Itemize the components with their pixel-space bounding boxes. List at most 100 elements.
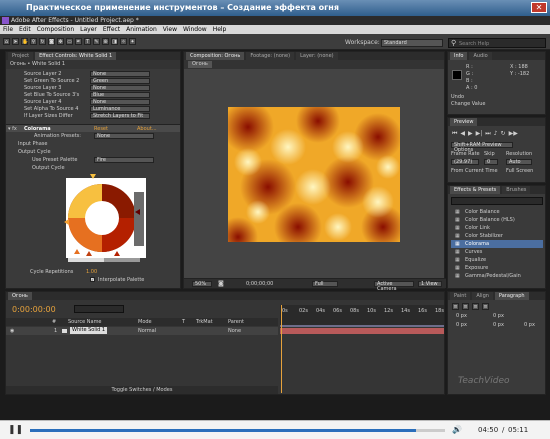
workspace-select[interactable]: Standard	[381, 39, 443, 47]
justify-icon[interactable]: ≡	[482, 303, 489, 310]
zoom-tool-icon[interactable]: ⚲	[30, 38, 37, 45]
selection-tool-icon[interactable]: ➤	[12, 38, 19, 45]
colorama-effect-row[interactable]: ▾ fx Colorama Reset About...	[6, 124, 180, 132]
zoom-select[interactable]: 50%	[192, 281, 212, 287]
frame-rate-select[interactable]: (29.97)	[451, 159, 479, 165]
roto-tool-icon[interactable]: ✧	[120, 38, 127, 45]
animation-presets-select[interactable]: None	[94, 133, 154, 139]
menu-item-edit[interactable]: Edit	[19, 25, 31, 34]
align-left-icon[interactable]: ≡	[452, 303, 459, 310]
align-center-icon[interactable]: ≡	[462, 303, 469, 310]
source-row-select[interactable]: None	[90, 99, 150, 105]
menu-item-composition[interactable]: Composition	[37, 25, 74, 34]
menu-item-effect[interactable]: Effect	[103, 25, 120, 34]
resolution-preview-select[interactable]: Auto	[506, 159, 532, 165]
play-pause-icon[interactable]: ❚❚	[8, 425, 23, 435]
input-phase-row[interactable]: Input Phase	[18, 141, 47, 147]
effects-search-field[interactable]	[451, 197, 543, 205]
tab-comp-2[interactable]: Layer: (none)	[296, 52, 338, 60]
timeline-timecode[interactable]: 0:00:00:00	[12, 305, 56, 314]
tab-fx-1[interactable]: Brushes	[502, 186, 531, 194]
camera-select[interactable]: Active Camera	[374, 281, 414, 292]
indent-left-value[interactable]: 0 px	[456, 313, 467, 320]
output-cycle-sub-row[interactable]: Output Cycle	[32, 165, 65, 171]
snapshot-icon[interactable]: ◙	[218, 280, 224, 287]
cycle-repetitions-value[interactable]: 1.00	[86, 269, 97, 275]
effects-list-item[interactable]: ▦ Gamma/Pedestal/Gain	[451, 272, 543, 280]
layer-mode[interactable]: Normal	[138, 327, 156, 335]
current-time-indicator[interactable]	[281, 305, 282, 393]
tab-info-1[interactable]: Audio	[469, 52, 492, 60]
loop-icon[interactable]: ↻	[501, 130, 506, 138]
menu-item-animation[interactable]: Animation	[126, 25, 157, 34]
work-area-bar[interactable]	[280, 325, 444, 327]
preview-options-select[interactable]: Shift+RAM Preview Options	[451, 142, 513, 153]
search-help-field[interactable]: ⚲ Search Help	[448, 38, 546, 48]
menu-item-file[interactable]: File	[3, 25, 13, 34]
text-tool-icon[interactable]: T	[84, 38, 91, 45]
timeline-ruler[interactable]: 0s 02s 04s 06s 08s 10s 12s 14s 16s 18s	[280, 305, 444, 325]
layer-duration-bar[interactable]	[280, 328, 444, 334]
hand-tool-icon[interactable]: ✋	[21, 38, 28, 45]
tab-comp-0[interactable]: Composition: Огонь	[186, 52, 245, 60]
tab-info-0[interactable]: Info	[450, 52, 468, 60]
tab-left-0[interactable]: Project	[8, 52, 34, 60]
source-row-select[interactable]: Blue	[90, 92, 150, 98]
clone-tool-icon[interactable]: ⊕	[102, 38, 109, 45]
tab-left-1[interactable]: Effect Controls: White Solid 1	[35, 52, 117, 60]
menu-item-help[interactable]: Help	[213, 25, 227, 34]
next-frame-icon[interactable]: ▶|	[476, 130, 483, 138]
tab-para-0[interactable]: Paint	[450, 292, 471, 300]
prev-frame-icon[interactable]: ◀	[460, 130, 465, 138]
menu-item-layer[interactable]: Layer	[80, 25, 97, 34]
timeline-layer-row[interactable]: ◉ 1 White Solid 1 Normal None	[6, 327, 278, 335]
brush-tool-icon[interactable]: ✎	[93, 38, 100, 45]
home-icon[interactable]: ⌂	[3, 38, 10, 45]
volume-icon[interactable]: 🔊	[452, 425, 462, 434]
interpolate-palette-checkbox[interactable]: ✓	[90, 277, 95, 282]
source-row-select[interactable]: None	[90, 71, 150, 77]
toggle-switches-modes[interactable]: Toggle Switches / Modes	[6, 386, 278, 394]
play-icon[interactable]: ▶	[468, 130, 473, 138]
menu-item-view[interactable]: View	[163, 25, 177, 34]
rotate-tool-icon[interactable]: ↻	[39, 38, 46, 45]
preset-palette-select[interactable]: Fire	[94, 157, 154, 163]
mask-tool-icon[interactable]: ▭	[66, 38, 73, 45]
tab-preview[interactable]: Preview	[450, 118, 478, 126]
effects-list-item[interactable]: ▦ Exposure	[451, 264, 543, 272]
effects-list-item[interactable]: ▦ Colorama	[451, 240, 543, 248]
indent-first-value[interactable]: 0 px	[456, 322, 467, 329]
camera-tool-icon[interactable]: ◙	[48, 38, 55, 45]
indent-right-value[interactable]: 0 px	[493, 313, 504, 320]
full-screen-checkbox[interactable]: Full Screen	[506, 168, 533, 175]
from-current-checkbox[interactable]: From Current Time	[451, 168, 498, 175]
first-frame-icon[interactable]: ⏮	[452, 130, 457, 138]
close-icon[interactable]: ✕	[531, 2, 547, 13]
ram-preview-icon[interactable]: ▶▶	[509, 130, 518, 138]
effects-list-item[interactable]: ▦ Color Link	[451, 224, 543, 232]
source-row-select[interactable]: Stretch Layers to Fit	[90, 113, 150, 119]
seek-bar[interactable]	[30, 429, 445, 432]
source-row-select[interactable]: Luminance	[90, 106, 150, 112]
pan-behind-icon[interactable]: ✥	[57, 38, 64, 45]
resolution-select[interactable]: Full	[312, 281, 338, 287]
space-after-value[interactable]: 0 px	[524, 322, 535, 329]
pen-tool-icon[interactable]: ✒	[75, 38, 82, 45]
effects-list-item[interactable]: ▦ Color Stabilizer	[451, 232, 543, 240]
layer-visibility-icon[interactable]: ◉	[10, 327, 14, 335]
timeline-search[interactable]	[74, 305, 124, 313]
source-row-select[interactable]: Green	[90, 78, 150, 84]
align-right-icon[interactable]: ≡	[472, 303, 479, 310]
output-cycle-row[interactable]: Output Cycle	[18, 149, 51, 155]
view-layout-select[interactable]: 1 View	[418, 281, 442, 287]
layer-parent[interactable]: None	[228, 327, 241, 335]
last-frame-icon[interactable]: ⏭	[485, 130, 490, 138]
puppet-tool-icon[interactable]: ✦	[129, 38, 136, 45]
eraser-tool-icon[interactable]: ◨	[111, 38, 118, 45]
space-before-value[interactable]: 0 px	[493, 322, 504, 329]
source-row-select[interactable]: None	[90, 85, 150, 91]
tab-comp-1[interactable]: Footage: (none)	[246, 52, 295, 60]
effects-list-item[interactable]: ▦ Curves	[451, 248, 543, 256]
comp-breadcrumb-label[interactable]: Огонь	[188, 61, 212, 68]
tab-para-2[interactable]: Paragraph	[494, 292, 529, 300]
